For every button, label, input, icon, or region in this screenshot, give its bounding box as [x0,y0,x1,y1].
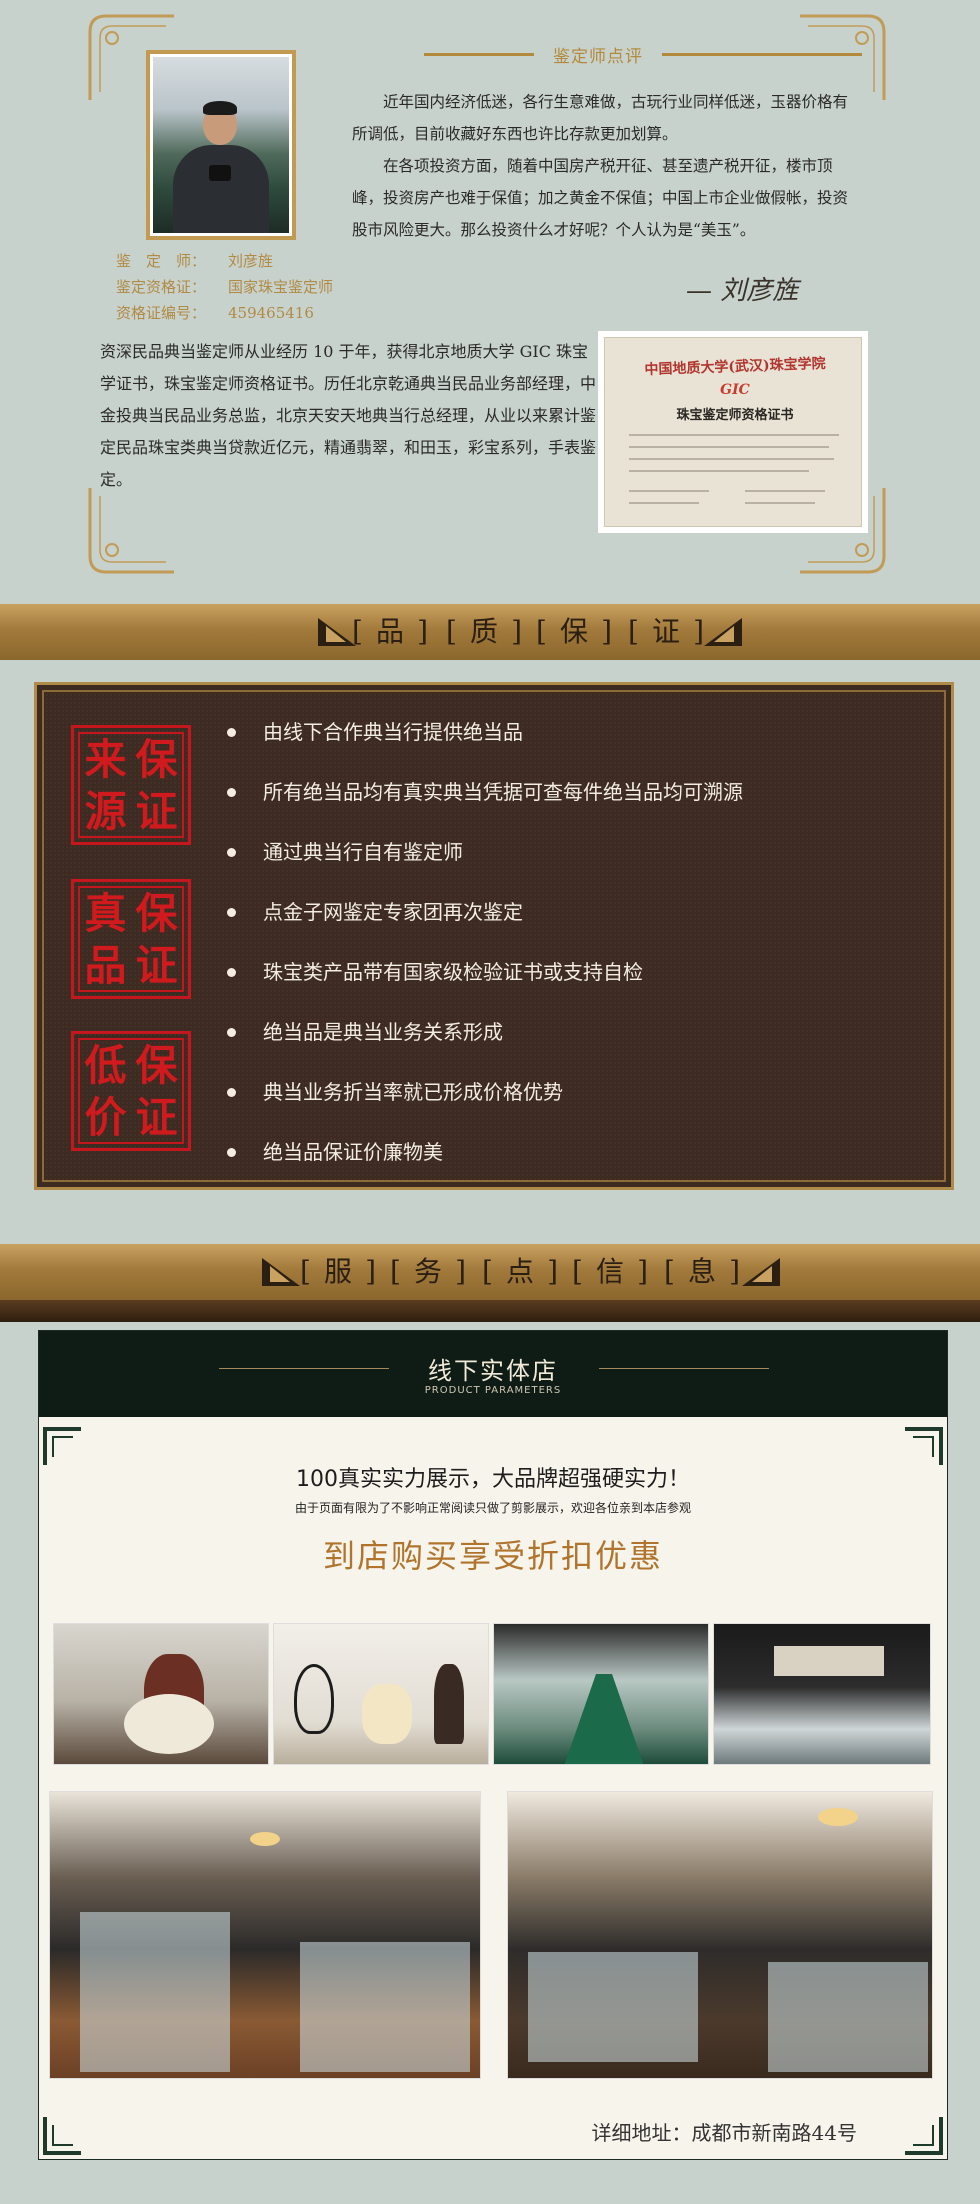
guarantee-item: 绝当品保证价廉物美 [223,1131,923,1191]
guarantee-item: 通过典当行自有鉴定师 [223,831,923,891]
banner-ornament-right [742,1258,780,1286]
title-arrow-right [662,53,862,56]
header-line-right [599,1368,769,1369]
title-arrow-left [424,53,534,56]
store-photo-showroom-aisle [493,1623,709,1765]
info-row-qualification: 鉴定资格证： 国家珠宝鉴定师 [116,278,334,296]
store-photo-interior-left [49,1791,481,2079]
banner-ornament-left [262,1258,300,1286]
guarantee-item: 绝当品是典当业务关系形成 [223,1011,923,1071]
banner-char: 证 [628,612,704,652]
seal-source-guarantee: 来 保 源 证 [71,725,191,845]
review-title: 鉴定师点评 [420,40,870,70]
seal-low-price-guarantee: 低 保 价 证 [71,1031,191,1151]
banner-char: 点 [482,1252,558,1292]
appraiser-info: 鉴 定 师： 刘彦旌 鉴定资格证： 国家珠宝鉴定师 资格证编号： 459465416 [116,248,333,326]
guarantee-list: 由线下合作典当行提供绝当品 所有绝当品均有真实典当凭据可查每件绝当品均可溯源 通… [223,711,923,1191]
store-photo-interior-right [507,1791,933,2079]
banner-char: 保 [536,612,612,652]
store-subline: 由于页面有限为了不影响正常阅读只做了剪影展示，欢迎各位亲到本店参观 [294,1501,691,1515]
banner-divider-strip [0,1300,980,1322]
store-headline: 100真实实力展示，大品牌超强硬实力！ [296,1467,690,1492]
guarantee-item: 由线下合作典当行提供绝当品 [223,711,923,771]
appraiser-photo [146,50,296,240]
certificate-image: 中国地质大学(武汉)珠宝学院 GIC 珠宝鉴定师资格证书 [598,331,868,533]
review-paragraph: 在各项投资方面，随着中国房产税开征、甚至遗产税开征，楼市顶峰，投资房产也难于保值… [352,157,849,239]
guarantee-item: 所有绝当品均有真实典当凭据可查每件绝当品均可溯源 [223,771,923,831]
signature: — 刘彦旌 [686,276,799,306]
banner-char: 息 [664,1252,740,1292]
store-panel: 线下实体店 PRODUCT PARAMETERS 100真实实力展示，大品牌超强… [38,1330,948,2160]
banner-ornament-right [704,618,742,646]
corner-ornament [43,2117,81,2155]
review-text: 近年国内经济低迷，各行生意难做，古玩行业同样低迷，玉器价格有所调低，目前收藏好东… [352,86,848,246]
banner-char: 质 [446,612,522,652]
banner-char: 品 [352,612,428,652]
quality-banner: 品 质 保 证 [0,604,980,660]
store-photo-jade-display [273,1623,489,1765]
store-subtitle: PRODUCT PARAMETERS [424,1385,562,1396]
guarantee-item: 点金子网鉴定专家团再次鉴定 [223,891,923,951]
corner-ornament [905,2117,943,2155]
store-address: 详细地址：成都市新南路44号 [591,2121,857,2145]
guarantee-item: 典当业务折当率就已形成价格优势 [223,1071,923,1131]
store-header: 线下实体店 PRODUCT PARAMETERS [39,1331,947,1417]
banner-char: 信 [572,1252,648,1292]
store-photo-counter [713,1623,931,1765]
guarantee-panel: 来 保 源 证 真 保 品 证 低 保 价 证 由线下合作典当行提供绝当品 所有… [34,682,954,1190]
banner-char: 服 [300,1252,376,1292]
corner-ornament-bottom-left [86,484,178,576]
store-photo-jade-carving [53,1623,269,1765]
promo-text: 到店购买享受折扣优惠 [322,1537,663,1575]
guarantee-item: 珠宝类产品带有国家级检验证书或支持自检 [223,951,923,1011]
info-row-name: 鉴 定 师： 刘彦旌 [116,252,274,270]
store-title: 线下实体店 [428,1357,558,1385]
banner-char: 务 [390,1252,466,1292]
review-paragraph: 近年国内经济低迷，各行生意难做，古玩行业同样低迷，玉器价格有所调低，目前收藏好东… [352,93,849,143]
appraiser-bio: 资深民品典当鉴定师从业经历 10 于年，获得北京地质大学 GIC 珠宝学证书，珠… [100,342,597,489]
info-row-certificate-number: 资格证编号： 459465416 [116,304,314,322]
service-banner: 服 务 点 信 息 [0,1244,980,1300]
seal-authentic-guarantee: 真 保 品 证 [71,879,191,999]
